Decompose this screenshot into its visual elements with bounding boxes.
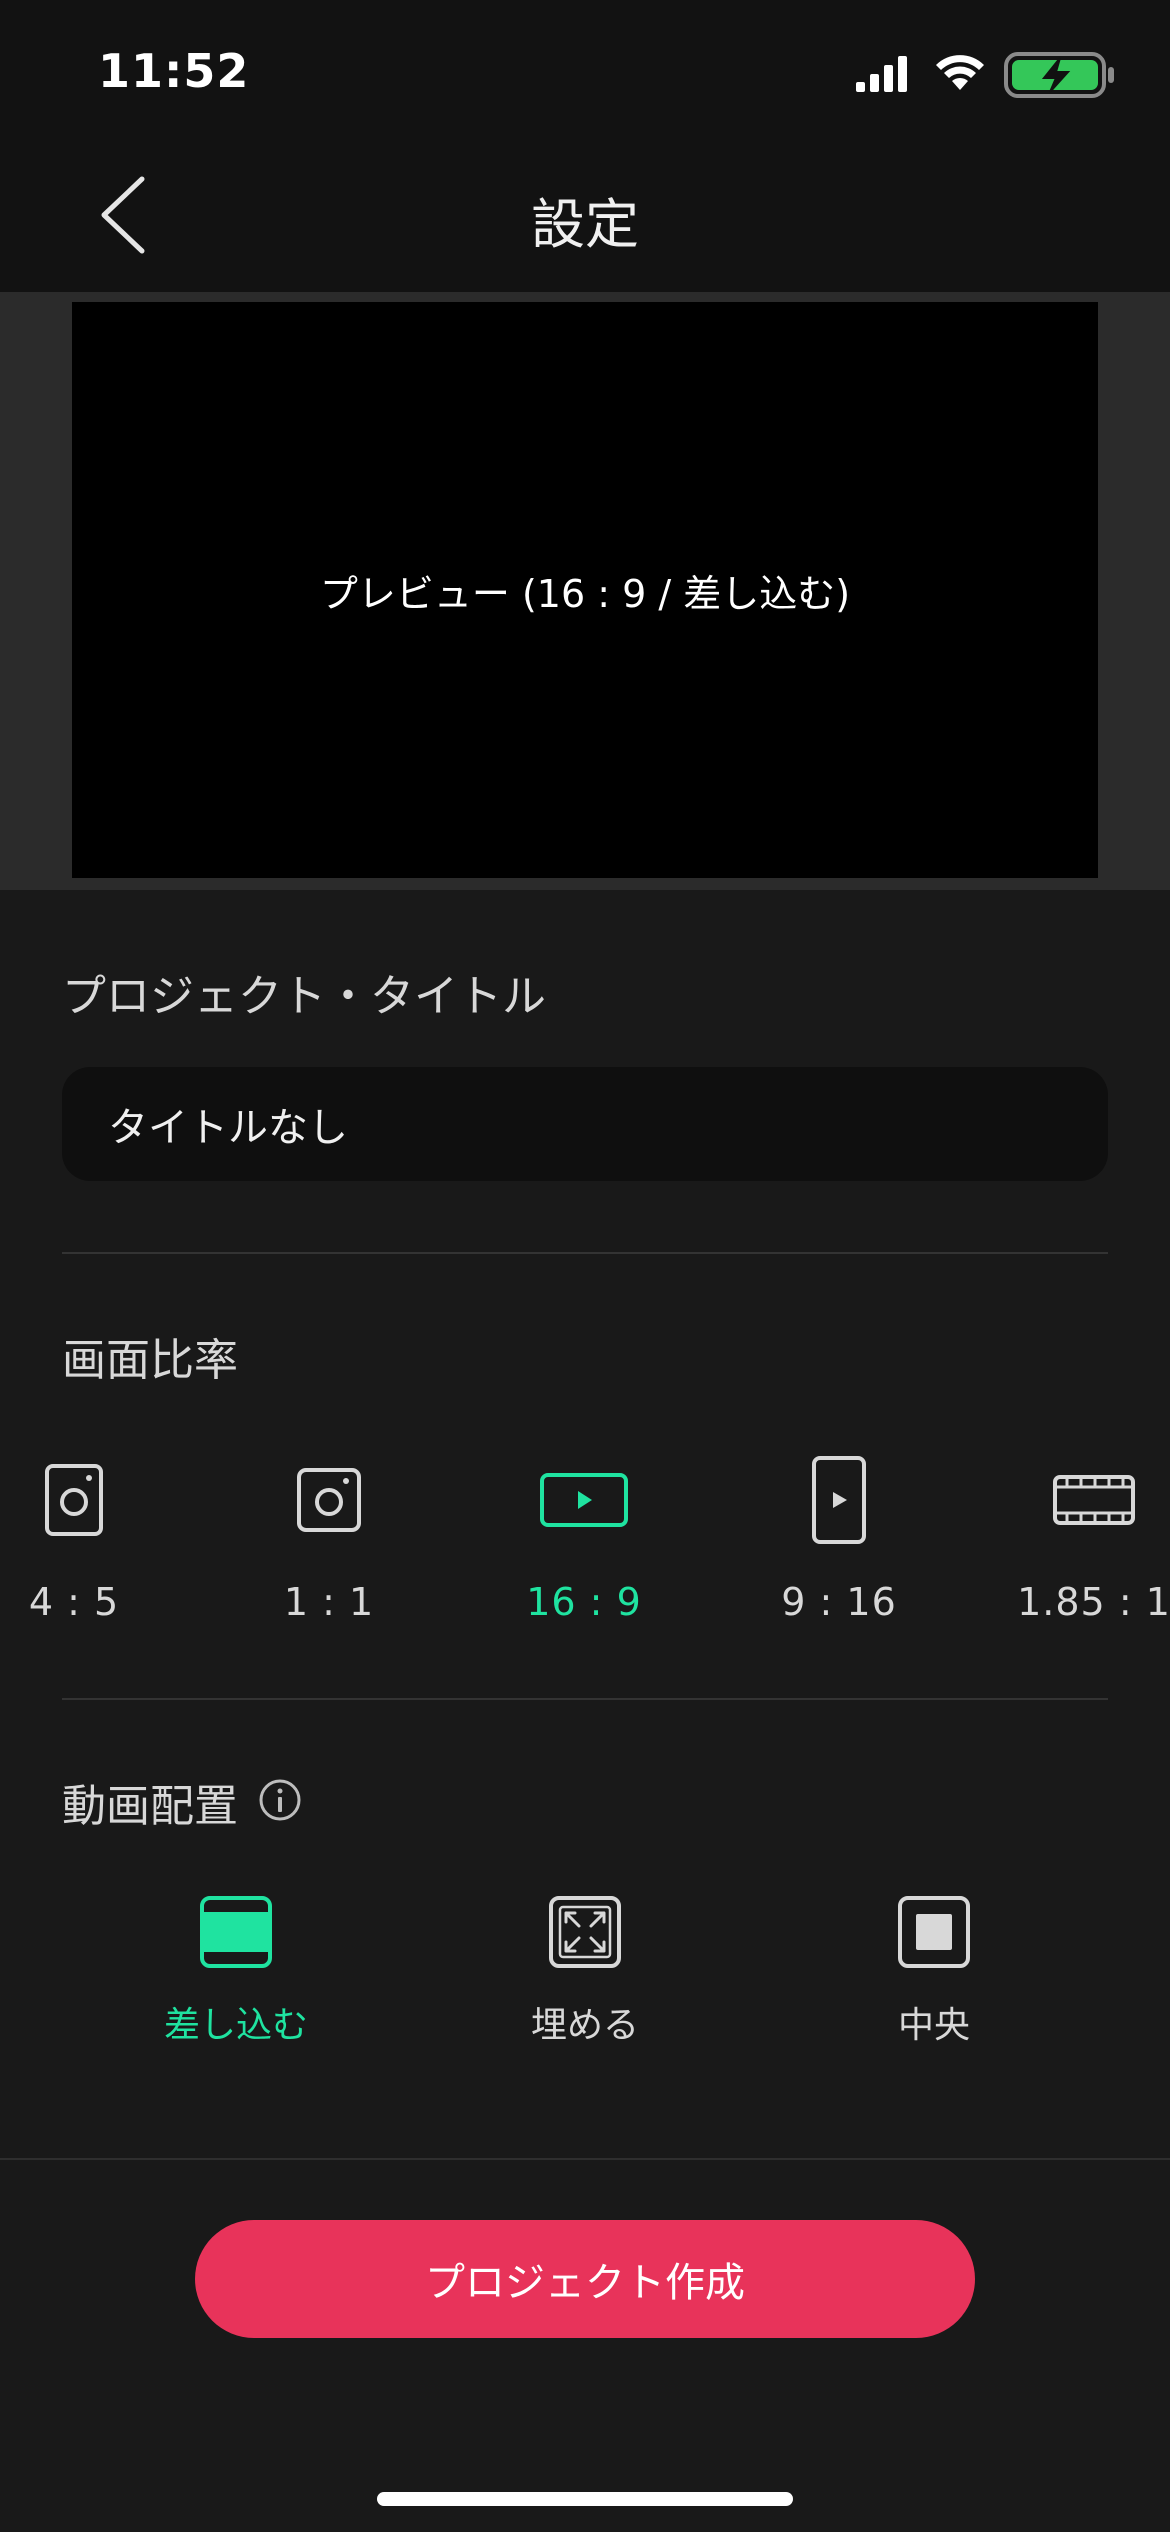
film-strip-icon — [1053, 1475, 1135, 1525]
ratio-option-1-85-1[interactable]: 1.85 : 1 — [984, 1440, 1170, 1624]
ratio-label: 4 : 5 — [28, 1580, 120, 1624]
ratio-option-4-5[interactable]: 4 : 5 — [0, 1440, 184, 1624]
home-indicator[interactable] — [377, 2492, 793, 2506]
cellular-signal-icon — [856, 56, 907, 92]
expand-arrows-icon — [549, 1896, 621, 1968]
info-icon[interactable] — [258, 1778, 302, 1822]
video-layout-heading: 動画配置 — [62, 1781, 238, 1832]
layout-option-fill[interactable]: 埋める — [465, 1886, 705, 2048]
ratio-label: 16 : 9 — [526, 1580, 642, 1624]
ratio-option-9-16[interactable]: 9 : 16 — [729, 1440, 949, 1624]
page-title: 設定 — [531, 193, 639, 256]
status-time: 11:52 — [98, 44, 250, 98]
ratio-label: 1.85 : 1 — [1017, 1580, 1170, 1624]
divider — [62, 1252, 1108, 1254]
ratio-label: 1 : 1 — [283, 1580, 375, 1624]
divider — [0, 2158, 1170, 2160]
preview-canvas: プレビュー (16 : 9 / 差し込む) — [72, 302, 1098, 878]
square-camera-icon — [297, 1468, 361, 1532]
letterbox-icon — [200, 1896, 272, 1968]
nav-bar: 設定 — [0, 140, 1170, 292]
status-icons — [716, 52, 1116, 98]
layout-option-letterbox[interactable]: 差し込む — [116, 1886, 356, 2048]
aspect-ratio-heading: 画面比率 — [62, 1335, 238, 1386]
create-project-button[interactable]: プロジェクト作成 — [195, 2220, 975, 2338]
project-title-heading: プロジェクト・タイトル — [62, 971, 546, 1022]
ratio-label: 9 : 16 — [781, 1580, 897, 1624]
layout-option-center[interactable]: 中央 — [814, 1886, 1054, 2048]
ratio-option-1-1[interactable]: 1 : 1 — [219, 1440, 439, 1624]
divider — [62, 1698, 1108, 1700]
ratio-option-16-9[interactable]: 16 : 9 — [474, 1440, 694, 1624]
wifi-icon — [936, 55, 984, 90]
portrait-camera-icon — [45, 1464, 103, 1536]
layout-label: 差し込む — [163, 2005, 308, 2046]
project-title-input[interactable] — [62, 1067, 1108, 1181]
battery-charging-icon — [1004, 52, 1114, 98]
preview-area: プレビュー (16 : 9 / 差し込む) — [0, 292, 1170, 890]
landscape-play-icon — [540, 1473, 628, 1527]
settings-screen: 11:52 設定 プレビュー (16: 9 / 差し込む) プロジェクト・タイ… — [0, 0, 1170, 2532]
center-square-icon — [898, 1896, 970, 1968]
layout-label: 中央 — [897, 2005, 970, 2046]
status-bar: 11:52 — [0, 0, 1170, 140]
portrait-play-icon — [812, 1456, 866, 1544]
preview-label: プレビュー (16 : 9 / 差し込む) — [319, 571, 851, 616]
layout-label: 埋める — [530, 2005, 639, 2046]
